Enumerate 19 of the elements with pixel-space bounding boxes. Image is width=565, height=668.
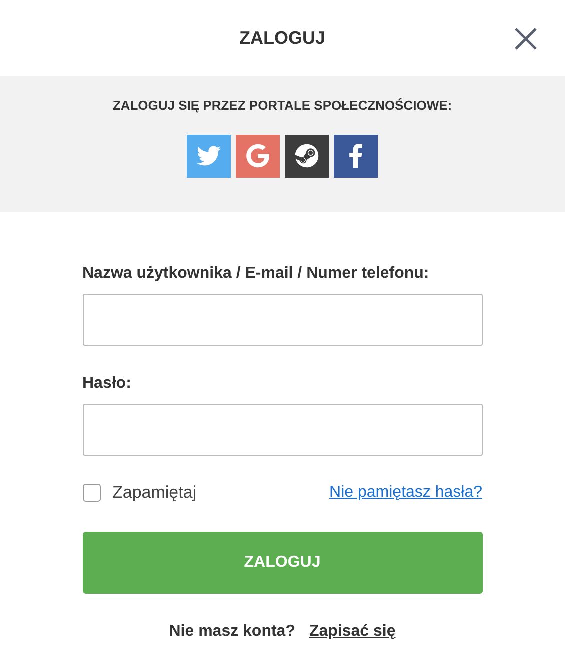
login-button[interactable]: ZALOGUJ <box>82 532 482 594</box>
username-label: Nazwa użytkownika / E-mail / Numer telefonu: <box>82 264 430 284</box>
linked-circles-icon <box>295 144 319 168</box>
dialog-title: ZALOGUJ <box>239 26 326 50</box>
bird-icon <box>197 144 221 168</box>
signup-link[interactable]: Zapisać się <box>309 620 396 644</box>
close-button[interactable] <box>513 26 539 52</box>
g-icon <box>246 144 270 168</box>
password-field[interactable] <box>82 404 482 456</box>
social-login-button[interactable] <box>334 134 378 178</box>
close-icon <box>514 27 538 51</box>
social-login-button[interactable] <box>285 134 329 178</box>
social-login-heading: ZALOGUJ SIĘ PRZEZ PORTALE SPOŁECZNOŚCIOWE: <box>112 97 452 115</box>
forgot-password-link[interactable]: Nie pamiętasz hasła? <box>330 480 482 505</box>
remember-checkbox[interactable] <box>82 484 100 502</box>
no-account-text: Nie masz konta? <box>169 622 296 642</box>
username-field[interactable] <box>82 294 482 346</box>
password-label: Hasło: <box>82 374 132 394</box>
remember-label: Zapamiętaj <box>112 482 197 504</box>
